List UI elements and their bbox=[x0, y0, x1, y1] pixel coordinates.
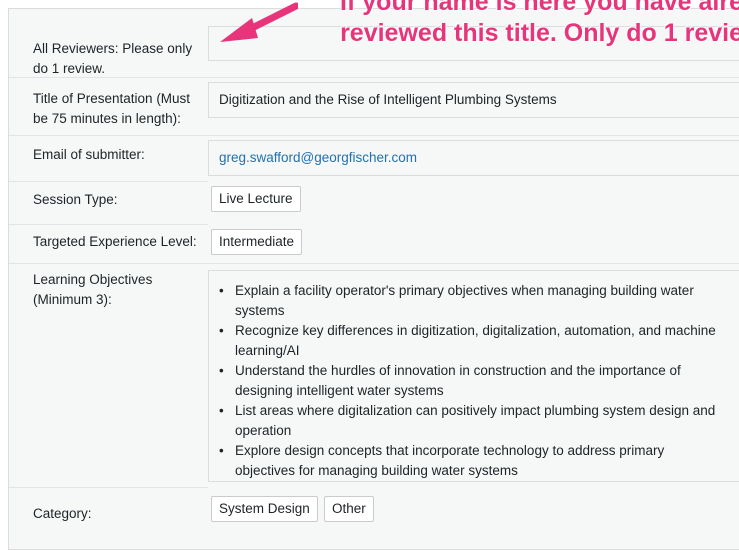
annotation-line-1: If your name is here you have alre bbox=[340, 0, 739, 16]
objective-item: Explore design concepts that incorporate… bbox=[219, 441, 735, 481]
experience-row: Targeted Experience Level: Intermediate bbox=[9, 224, 739, 268]
session-type-field: Live Lecture bbox=[208, 181, 739, 225]
title-field[interactable]: Digitization and the Rise of Intelligent… bbox=[208, 82, 739, 118]
category-label: Category: bbox=[33, 506, 92, 521]
email-link[interactable]: greg.swafford@georgfischer.com bbox=[219, 148, 417, 168]
objectives-label: Learning Objectives (Minimum 3): bbox=[33, 272, 153, 307]
experience-tag[interactable]: Intermediate bbox=[211, 229, 303, 255]
objective-item: Recognize key differences in digitizatio… bbox=[219, 321, 735, 361]
reviewers-label: All Reviewers: Please only do 1 review. bbox=[33, 41, 193, 76]
objective-item: Understand the hurdles of innovation in … bbox=[219, 361, 735, 401]
session-type-tag[interactable]: Live Lecture bbox=[211, 186, 301, 212]
session-type-row: Session Type: Live Lecture bbox=[9, 181, 739, 225]
title-label: Title of Presentation (Must be 75 minute… bbox=[33, 91, 191, 126]
email-field[interactable]: greg.swafford@georgfischer.com bbox=[208, 140, 739, 176]
title-row: Title of Presentation (Must be 75 minute… bbox=[9, 77, 739, 134]
email-row: Email of submitter: greg.swafford@georgf… bbox=[9, 135, 739, 177]
email-label: Email of submitter: bbox=[33, 147, 145, 162]
category-tag-system-design[interactable]: System Design bbox=[211, 496, 318, 522]
session-type-label: Session Type: bbox=[33, 192, 118, 207]
objective-item: List areas where digitalization can posi… bbox=[219, 401, 735, 441]
category-row: Category: System Design Other bbox=[9, 487, 739, 537]
annotation-arrow-icon bbox=[220, 2, 298, 42]
annotation-line-2: reviewed this title. Only do 1 revie bbox=[340, 19, 739, 47]
experience-label: Targeted Experience Level: bbox=[33, 234, 197, 249]
objective-item: Explain a facility operator's primary ob… bbox=[219, 281, 735, 321]
category-field: System Design Other bbox=[208, 487, 739, 537]
title-value: Digitization and the Rise of Intelligent… bbox=[219, 92, 557, 107]
objectives-field: Explain a facility operator's primary ob… bbox=[208, 270, 739, 482]
category-tag-other[interactable]: Other bbox=[324, 496, 374, 522]
objectives-list: Explain a facility operator's primary ob… bbox=[209, 281, 735, 481]
experience-field: Intermediate bbox=[208, 224, 739, 268]
review-form-panel: All Reviewers: Please only do 1 review. … bbox=[8, 8, 739, 550]
objectives-row: Learning Objectives (Minimum 3): Explain… bbox=[9, 263, 739, 489]
